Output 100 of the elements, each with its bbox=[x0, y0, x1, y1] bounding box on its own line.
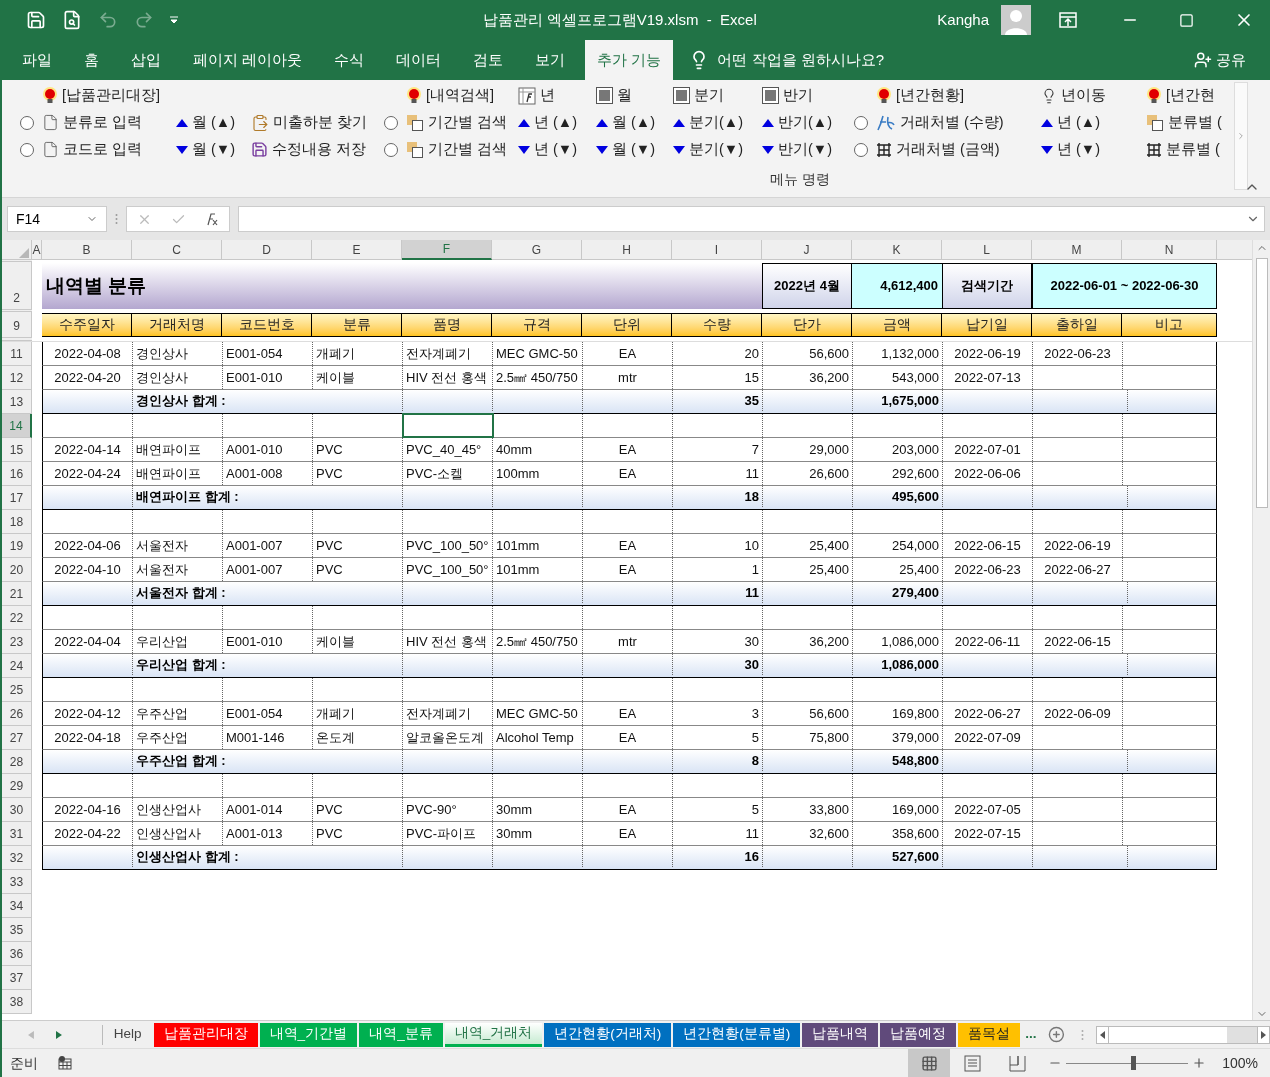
row-number[interactable]: 13 bbox=[2, 390, 32, 414]
ribbon-command[interactable]: [내역검색] bbox=[406, 84, 495, 107]
row-number[interactable]: 26 bbox=[2, 702, 32, 726]
ribbon-display-icon[interactable] bbox=[1059, 12, 1077, 28]
menu-tab[interactable]: 홈 bbox=[72, 40, 111, 80]
row-number[interactable]: 27 bbox=[2, 726, 32, 750]
column-header[interactable]: D bbox=[222, 240, 312, 260]
radio-button[interactable] bbox=[20, 115, 34, 130]
row-number[interactable]: 15 bbox=[2, 438, 32, 462]
print-preview-icon[interactable] bbox=[62, 10, 82, 30]
sheet-tab[interactable]: 년간현황(분류별) bbox=[673, 1022, 801, 1047]
ribbon-command[interactable]: 년이동 bbox=[1041, 84, 1106, 107]
ribbon-command[interactable]: 월 (▲) bbox=[596, 111, 656, 134]
ribbon-command[interactable]: 월 (▼) bbox=[596, 138, 656, 161]
zoom-level[interactable]: 100% bbox=[1222, 1052, 1258, 1074]
ribbon-command[interactable]: 년 (▼) bbox=[1041, 138, 1101, 161]
ribbon-command[interactable]: [년간현 bbox=[1146, 84, 1216, 107]
row-number[interactable]: 24 bbox=[2, 654, 32, 678]
row-number[interactable]: 17 bbox=[2, 486, 32, 510]
column-header[interactable]: B bbox=[42, 240, 132, 260]
ribbon-command[interactable]: 년 (▲) bbox=[1041, 111, 1101, 134]
row-number[interactable]: 30 bbox=[2, 798, 32, 822]
ribbon-command[interactable]: 월 bbox=[596, 84, 632, 107]
sheet-tab[interactable]: 년간현황(거래처) bbox=[544, 1022, 672, 1047]
row-number[interactable]: 28 bbox=[2, 750, 32, 774]
tell-me-field[interactable]: 어떤 작업을 원하시나요? bbox=[717, 48, 885, 72]
ribbon-command[interactable]: 거래처별 (수량) bbox=[876, 111, 1004, 134]
menu-tab[interactable]: 삽입 bbox=[119, 40, 173, 80]
ribbon-command[interactable]: 수정내용 저장 bbox=[251, 138, 367, 161]
normal-view-button[interactable] bbox=[908, 1049, 951, 1077]
ribbon-command[interactable]: 년 bbox=[518, 84, 555, 107]
row-number[interactable]: 22 bbox=[2, 606, 32, 630]
row-number[interactable]: 36 bbox=[2, 942, 32, 966]
row-number[interactable]: 16 bbox=[2, 462, 32, 486]
menu-tab[interactable]: 페이지 레이아웃 bbox=[181, 40, 315, 80]
menu-tab[interactable]: 데이터 bbox=[384, 40, 454, 80]
grip-icon[interactable] bbox=[1081, 1028, 1085, 1041]
row-number[interactable]: 14 bbox=[2, 414, 32, 438]
row-number[interactable]: 34 bbox=[2, 894, 32, 918]
name-box[interactable]: F14 bbox=[7, 206, 107, 232]
row-number[interactable]: 35 bbox=[2, 918, 32, 942]
radio-button[interactable] bbox=[384, 115, 398, 130]
row-number[interactable]: 12 bbox=[2, 366, 32, 390]
sheet-tab[interactable]: 내역_거래처 bbox=[444, 1022, 543, 1047]
column-header[interactable]: G bbox=[492, 240, 582, 260]
sheet-tab[interactable]: Help bbox=[103, 1022, 152, 1047]
menu-tab[interactable]: 추가 기능 bbox=[585, 40, 674, 80]
column-header[interactable]: J bbox=[762, 240, 852, 260]
function-icon[interactable] bbox=[205, 212, 220, 226]
column-header[interactable]: H bbox=[582, 240, 672, 260]
row-number[interactable]: 33 bbox=[2, 870, 32, 894]
ribbon-command[interactable]: 거래처별 (금액) bbox=[876, 138, 1000, 161]
column-header[interactable]: L bbox=[942, 240, 1032, 260]
sheet-tab[interactable]: 납품예정 bbox=[880, 1022, 957, 1047]
column-header[interactable]: K bbox=[852, 240, 942, 260]
menu-tab[interactable]: 검토 bbox=[461, 40, 516, 80]
ribbon-command[interactable]: 월 (▲) bbox=[176, 111, 236, 134]
column-header[interactable]: M bbox=[1032, 240, 1122, 260]
sheet-tab[interactable]: 품목설 bbox=[958, 1022, 1021, 1047]
zoom-in-icon[interactable] bbox=[1192, 1056, 1207, 1070]
next-sheet-icon[interactable] bbox=[55, 1030, 62, 1039]
row-number[interactable]: 31 bbox=[2, 822, 32, 846]
ribbon-command[interactable]: 년 (▼) bbox=[518, 138, 578, 161]
vertical-scrollbar[interactable] bbox=[1252, 240, 1270, 1020]
row-number[interactable]: 23 bbox=[2, 630, 32, 654]
ribbon-command[interactable]: 미출하분 찾기 bbox=[251, 111, 368, 134]
column-header[interactable]: F bbox=[402, 240, 492, 260]
share-button[interactable]: 공유 bbox=[1194, 40, 1246, 80]
ribbon-command[interactable]: 분류로 입력 bbox=[42, 111, 143, 134]
column-header[interactable]: N bbox=[1122, 240, 1217, 260]
ribbon-command[interactable]: 분기 bbox=[673, 84, 724, 107]
column-header[interactable]: I bbox=[672, 240, 762, 260]
zoom-slider-thumb[interactable] bbox=[1131, 1056, 1137, 1070]
row-number[interactable]: 20 bbox=[2, 558, 32, 582]
ribbon-command[interactable]: 반기(▼) bbox=[762, 138, 832, 161]
ribbon-command[interactable]: 반기(▲) bbox=[762, 111, 832, 134]
ribbon-command[interactable]: 반기 bbox=[762, 84, 813, 107]
customize-icon[interactable] bbox=[170, 16, 178, 24]
ribbon-command[interactable]: [년간현황] bbox=[876, 84, 965, 107]
menu-tab[interactable]: 파일 bbox=[10, 40, 64, 80]
row-number[interactable]: 2 bbox=[2, 262, 32, 310]
ribbon-command[interactable]: 분류별 ( bbox=[1146, 138, 1220, 161]
row-number[interactable]: 29 bbox=[2, 774, 32, 798]
row-number[interactable]: 9 bbox=[2, 312, 32, 338]
page-break-view-icon[interactable] bbox=[1009, 1054, 1027, 1072]
page-layout-view-icon[interactable] bbox=[964, 1054, 982, 1072]
menu-tab[interactable]: 수식 bbox=[322, 40, 377, 80]
ribbon-command[interactable]: 월 (▼) bbox=[176, 138, 236, 161]
radio-button[interactable] bbox=[384, 142, 398, 157]
horizontal-scrollbar[interactable] bbox=[1096, 1025, 1270, 1044]
more-sheets[interactable]: ... bbox=[1025, 1024, 1037, 1045]
row-number[interactable]: 37 bbox=[2, 966, 32, 990]
radio-button[interactable] bbox=[854, 115, 868, 130]
radio-button[interactable] bbox=[20, 142, 34, 157]
ribbon-command[interactable]: 년 (▲) bbox=[518, 111, 578, 134]
row-number[interactable]: 18 bbox=[2, 510, 32, 534]
row-number[interactable]: 38 bbox=[2, 990, 32, 1014]
grip-icon[interactable] bbox=[115, 213, 118, 225]
row-number[interactable]: 21 bbox=[2, 582, 32, 606]
selected-cell[interactable] bbox=[403, 414, 493, 437]
